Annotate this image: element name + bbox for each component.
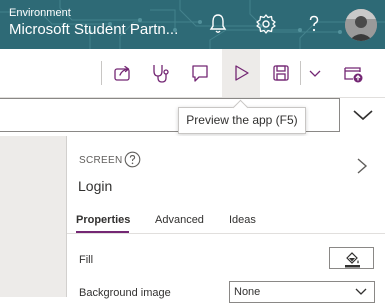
app-header: Environment Microsoft Student Partn... xyxy=(0,0,385,49)
user-photo xyxy=(345,9,377,41)
comments-icon[interactable] xyxy=(186,59,214,87)
tooltip-text: Preview the app (F5) xyxy=(186,113,298,127)
paint-bucket-icon xyxy=(345,252,360,268)
share-icon[interactable] xyxy=(108,59,136,87)
toolbar-divider xyxy=(101,61,102,85)
expand-formula-chevron-icon[interactable] xyxy=(350,104,376,126)
tabs-divider xyxy=(67,233,385,234)
control-kind-label: SCREEN xyxy=(79,155,123,166)
command-toolbar xyxy=(0,49,385,98)
chevron-down-icon xyxy=(355,288,367,295)
screen-name: Login xyxy=(78,178,113,194)
tab-advanced[interactable]: Advanced xyxy=(155,214,204,226)
background-image-value: None xyxy=(234,286,261,298)
panel-tabs: Properties Advanced Ideas xyxy=(67,210,385,234)
environment-label: Environment xyxy=(9,7,71,19)
properties-panel: SCREEN Login Properties Advanced Ideas F… xyxy=(67,136,385,303)
background-image-select[interactable]: None xyxy=(229,281,375,303)
save-icon[interactable] xyxy=(267,59,295,87)
background-image-label: Background image xyxy=(79,287,171,299)
toolbar-divider xyxy=(300,61,301,85)
preview-tooltip: Preview the app (F5) xyxy=(178,99,306,134)
app-canvas[interactable] xyxy=(0,136,67,297)
info-help-icon[interactable] xyxy=(124,151,141,168)
gear-icon[interactable] xyxy=(253,11,279,37)
avatar[interactable] xyxy=(345,9,377,41)
chevron-right-icon[interactable] xyxy=(355,156,369,176)
tab-properties[interactable]: Properties xyxy=(76,214,130,226)
fill-color-button[interactable] xyxy=(329,247,374,269)
help-icon[interactable] xyxy=(301,11,327,37)
bell-icon[interactable] xyxy=(205,11,231,37)
preview-play-icon xyxy=(235,65,249,81)
environment-name[interactable]: Microsoft Student Partn... xyxy=(9,21,178,38)
tab-ideas[interactable]: Ideas xyxy=(229,214,256,226)
app-checker-icon[interactable] xyxy=(146,59,174,87)
publish-icon[interactable] xyxy=(339,59,367,87)
fill-label: Fill xyxy=(79,254,94,266)
preview-button[interactable] xyxy=(222,49,260,97)
chevron-down-icon[interactable] xyxy=(303,59,327,87)
